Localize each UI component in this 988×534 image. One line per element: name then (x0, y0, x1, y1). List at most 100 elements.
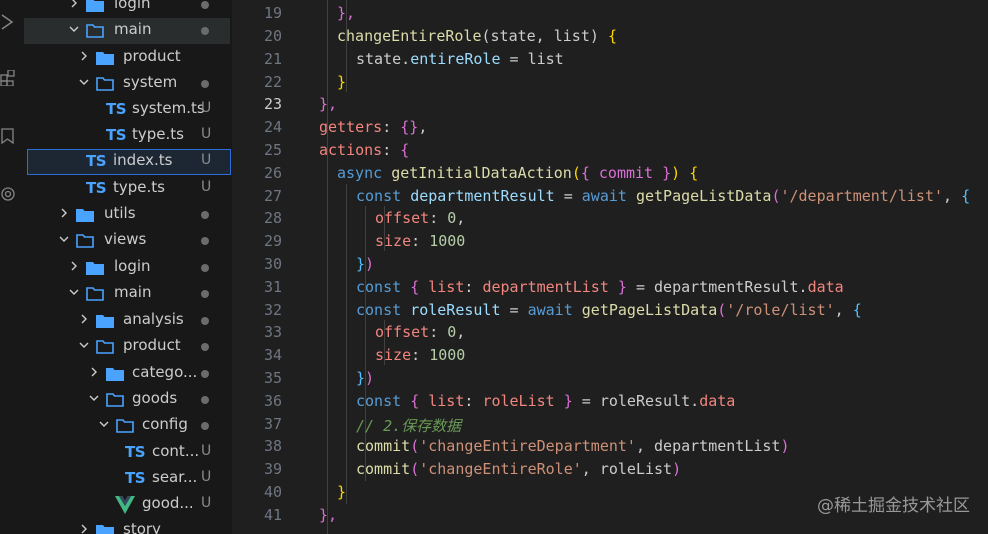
line-number: 26 (263, 164, 282, 182)
code-line: const { list: departmentList } = departm… (356, 278, 844, 296)
run-debug-icon[interactable] (0, 14, 16, 30)
code-line: }, (319, 95, 338, 113)
tree-folder-product[interactable]: product (24, 45, 230, 71)
folder-icon (106, 368, 124, 381)
chevron-down-icon (69, 289, 79, 295)
code-line: // 2.保存数据 (356, 417, 462, 435)
status-dot (201, 1, 209, 9)
tree-file-type-ts[interactable]: TS type.ts U (24, 176, 230, 202)
folder-open-icon (86, 287, 104, 301)
tree-label: login (114, 0, 151, 12)
folder-open-icon (96, 340, 114, 354)
code-line: }) (356, 255, 375, 273)
folder-icon (96, 525, 114, 534)
line-number: 22 (263, 73, 282, 91)
line-number: 30 (263, 255, 282, 273)
git-status: U (201, 179, 212, 195)
tree-label: system.ts (132, 99, 205, 117)
tree-file-content-ts[interactable]: TS cont... U (24, 440, 230, 466)
tree-folder-story[interactable]: story (24, 518, 230, 534)
tree-label: utils (104, 204, 136, 222)
chevron-right-icon (81, 314, 87, 324)
status-dot (201, 264, 209, 272)
tree-label: main (114, 283, 152, 301)
openai-icon[interactable] (0, 186, 16, 202)
line-number: 35 (263, 369, 282, 387)
tree-file-system-ts[interactable]: TS system.ts U (24, 97, 230, 123)
git-status: U (201, 100, 212, 116)
bookmark-icon[interactable] (0, 128, 16, 144)
line-number: 27 (263, 187, 282, 205)
chevron-right-icon (71, 261, 77, 271)
code-line: size: 1000 (375, 232, 466, 250)
line-number-current: 23 (263, 95, 282, 113)
line-number: 33 (263, 323, 282, 341)
folder-icon (86, 262, 104, 275)
status-dot (201, 343, 209, 351)
typescript-icon: TS (86, 179, 107, 197)
code-line: getters: {}, (319, 118, 428, 136)
line-number: 39 (263, 460, 282, 478)
code-line: commit('changeEntireRole', roleList) (356, 460, 682, 478)
tree-label: product (123, 336, 181, 354)
tree-folder-login[interactable]: login (24, 255, 230, 281)
tree-folder-goods[interactable]: goods (24, 387, 230, 413)
git-status: U (201, 469, 212, 485)
line-number: 32 (263, 301, 282, 319)
tree-file-search-ts[interactable]: TS sear... U (24, 466, 230, 492)
line-number: 29 (263, 232, 282, 250)
line-number: 38 (263, 437, 282, 455)
line-number: 21 (263, 50, 282, 68)
tree-folder-login[interactable]: login (24, 0, 230, 18)
tree-folder-views[interactable]: views (24, 228, 230, 254)
extensions-icon[interactable] (0, 70, 16, 86)
tree-folder-main[interactable]: main (24, 18, 230, 44)
line-number: 19 (263, 4, 282, 22)
tree-file-type-ts[interactable]: TS type.ts U (24, 123, 230, 149)
tree-label: good... (142, 494, 194, 512)
folder-open-icon (106, 393, 124, 407)
git-status: U (201, 443, 212, 459)
indent-guide (346, 184, 347, 504)
folder-icon (76, 209, 94, 222)
code-line: changeEntireRole(state, list) { (337, 27, 617, 45)
line-number: 28 (263, 209, 282, 227)
tree-folder-product[interactable]: product (24, 334, 230, 360)
code-line: offset: 0, (375, 209, 466, 227)
status-dot (201, 237, 209, 245)
chevron-down-icon (99, 421, 109, 427)
code-line: state.entireRole = list (356, 50, 564, 68)
code-line: } (337, 483, 347, 501)
line-number: 34 (263, 346, 282, 364)
tree-label: main (114, 20, 152, 38)
code-line: } (337, 73, 347, 91)
tree-label: product (123, 47, 181, 65)
code-line: }, (319, 506, 338, 524)
code-line: }, (337, 4, 356, 22)
line-number: 40 (263, 483, 282, 501)
chevron-down-icon (69, 26, 79, 32)
tree-file-goods-vue[interactable]: good... U (24, 492, 230, 518)
tree-folder-utils[interactable]: utils (24, 202, 230, 228)
tree-folder-category[interactable]: catego... (24, 361, 230, 387)
code-line: offset: 0, (375, 323, 466, 341)
folder-open-icon (96, 77, 114, 91)
tree-label: index.ts (113, 151, 173, 169)
tree-folder-main[interactable]: main (24, 281, 230, 307)
tree-label: cont... (152, 442, 200, 460)
tree-file-index-ts[interactable]: TS index.ts U (27, 149, 231, 175)
git-status: U (201, 495, 212, 511)
status-dot (201, 396, 209, 404)
tree-label: catego... (132, 363, 198, 381)
code-editor[interactable]: 19 20 21 22 23 24 25 26 27 28 29 30 31 3… (232, 0, 988, 534)
line-number: 24 (263, 118, 282, 136)
tree-folder-config[interactable]: config (24, 413, 230, 439)
line-number: 31 (263, 278, 282, 296)
status-dot (201, 211, 209, 219)
chevron-right-icon (91, 367, 97, 377)
tree-folder-analysis[interactable]: analysis (24, 308, 230, 334)
vue-icon (115, 496, 135, 514)
status-dot (201, 422, 209, 430)
tree-folder-system[interactable]: system (24, 71, 230, 97)
line-number: 20 (263, 27, 282, 45)
